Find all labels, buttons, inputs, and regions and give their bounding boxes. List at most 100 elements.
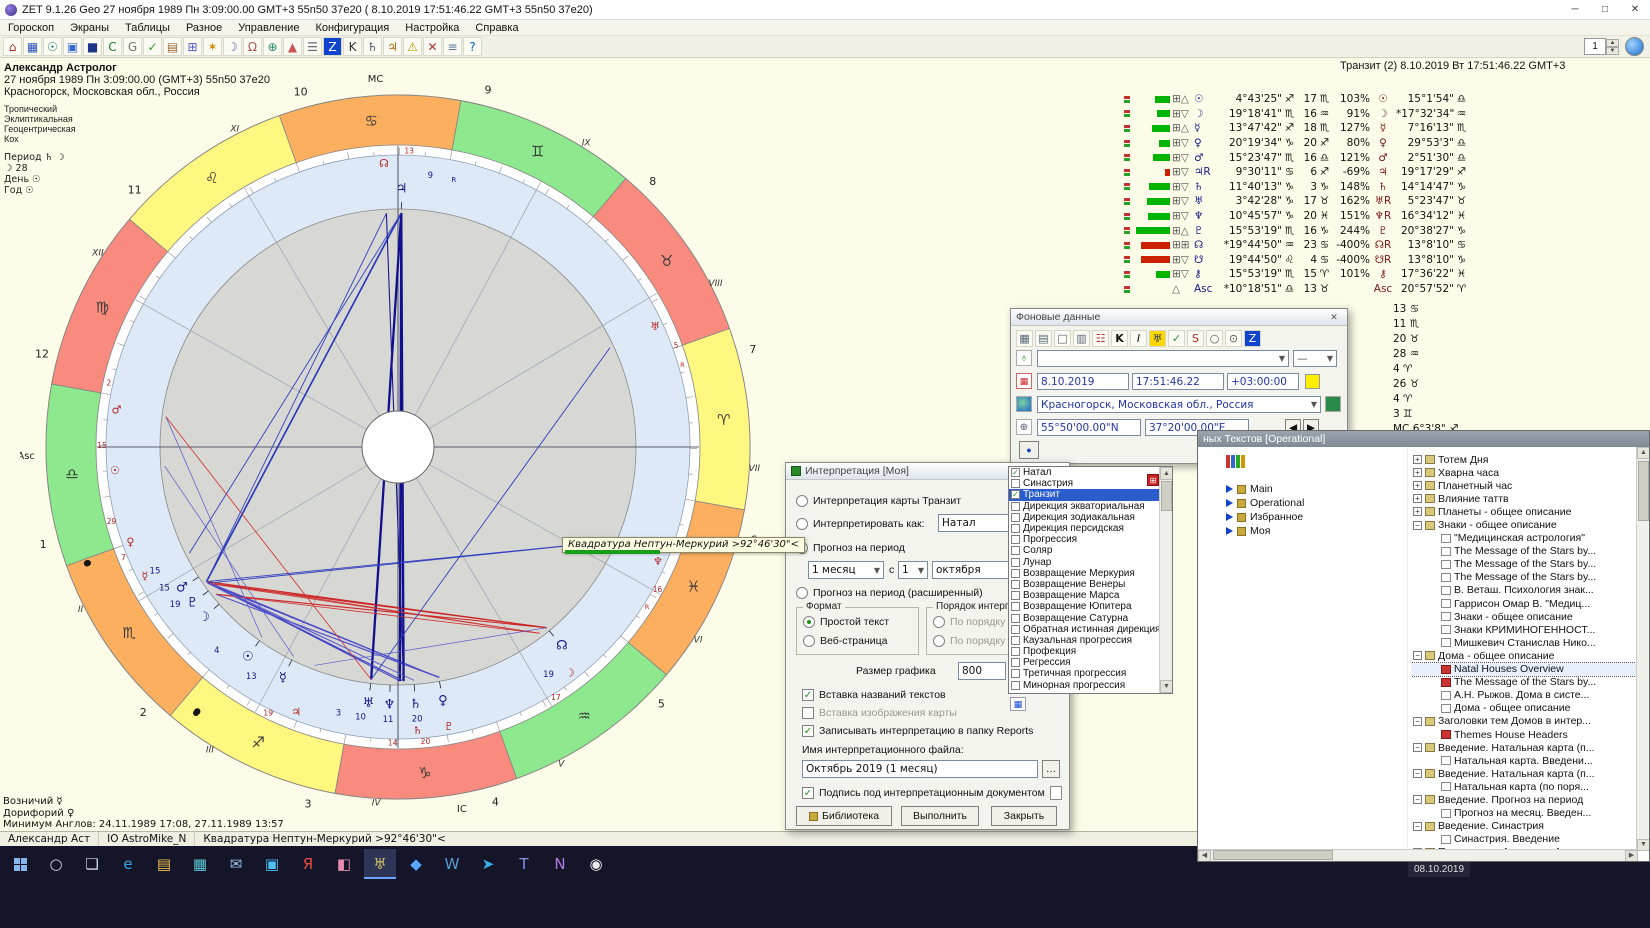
- file-name-input[interactable]: Октябрь 2019 (1 месяц): [802, 760, 1038, 778]
- tree-item[interactable]: +Планетный час: [1411, 479, 1638, 492]
- chart-type-item[interactable]: Возвращение Юпитера: [1009, 601, 1172, 612]
- menu-customize[interactable]: Настройка: [397, 22, 467, 34]
- tree-item[interactable]: Знаки - общее описание: [1411, 610, 1638, 623]
- toolbar-saturn-icon[interactable]: ♄: [363, 37, 382, 56]
- chart-type-checkbox[interactable]: ✓: [1011, 468, 1020, 477]
- toolbar-moon-icon[interactable]: ☽: [223, 37, 242, 56]
- toolbar-graphics-icon[interactable]: G: [123, 37, 142, 56]
- toolbar-node-icon[interactable]: Ω: [243, 37, 262, 56]
- expand-icon[interactable]: +: [1413, 468, 1422, 477]
- taskbar-task-view-icon[interactable]: ❏: [76, 849, 108, 879]
- chart-type-item[interactable]: ✓Транзит: [1009, 489, 1172, 500]
- transit-table-row[interactable]: ⊞▽♄11°40'13"♑3♑148%♄14°14'47"♑: [1124, 180, 1469, 195]
- toolbar-jupiter-icon[interactable]: ♃: [383, 37, 402, 56]
- radio-order-d[interactable]: [933, 616, 945, 628]
- date-field[interactable]: 8.10.2019: [1037, 373, 1129, 390]
- tree-item[interactable]: Дома - общее описание: [1411, 702, 1638, 715]
- period-length-combo[interactable]: 1 месяц▼: [808, 561, 884, 579]
- transit-table-row[interactable]: ⊞▽⚷15°53'19"♏15♈101%⚷17°36'22"♓: [1124, 267, 1469, 282]
- toolbar-stars-icon[interactable]: ✶: [203, 37, 222, 56]
- radio-interpret-transit[interactable]: [796, 495, 808, 507]
- toolbar-add-chart-icon[interactable]: ⊞: [183, 37, 202, 56]
- toolbar-settings-icon[interactable]: ≡: [443, 37, 462, 56]
- taskbar-date[interactable]: 08.10.2019: [1408, 862, 1470, 877]
- chart-type-checkbox[interactable]: ✓: [1011, 490, 1020, 499]
- checkbox-signature[interactable]: ✓: [802, 787, 814, 799]
- taskbar-paint-icon[interactable]: ◧: [328, 849, 360, 879]
- my-texts-icon[interactable]: ⊞: [1147, 474, 1159, 486]
- menu-configuration[interactable]: Конфигурация: [307, 22, 397, 34]
- menu-tables[interactable]: Таблицы: [117, 22, 178, 34]
- tree-item[interactable]: +Влияние таттв: [1411, 492, 1638, 505]
- chart-type-item[interactable]: Возвращение Венеры: [1009, 579, 1172, 590]
- expand-icon[interactable]: +: [1413, 455, 1422, 464]
- toolbar-zet-icon[interactable]: Z: [323, 37, 342, 56]
- chart-type-checkbox[interactable]: [1011, 535, 1020, 544]
- tree-item[interactable]: −Введение. Прогноз на период: [1411, 793, 1638, 806]
- radio-web-page[interactable]: [803, 635, 815, 647]
- record-button[interactable]: ●: [1019, 441, 1039, 459]
- chart-type-item[interactable]: Возвращение Марса: [1009, 590, 1172, 601]
- checkbox-insert-titles[interactable]: ✓: [802, 689, 814, 701]
- chart-type-checkbox[interactable]: [1011, 625, 1020, 634]
- transit-table-row[interactable]: ⊞△☉4°43'25"♐17♏103%☉15°1'54"♎: [1124, 92, 1469, 107]
- menu-misc[interactable]: Разное: [178, 22, 230, 34]
- collapse-icon[interactable]: −: [1413, 769, 1422, 778]
- chart-type-checkbox[interactable]: [1011, 524, 1020, 533]
- transit-table-row[interactable]: ⊞▽♂15°23'47"♏16♎121%♂2°51'30"♎: [1124, 150, 1469, 165]
- chart-type-item[interactable]: Дирекция персидская: [1009, 523, 1172, 534]
- collapse-icon[interactable]: −: [1413, 822, 1422, 831]
- tree-item[interactable]: −Введение. Синастрия: [1411, 820, 1638, 833]
- taskbar-onenote-icon[interactable]: N: [544, 849, 576, 879]
- taskbar-telegram-icon[interactable]: ➤: [472, 849, 504, 879]
- day-combo[interactable]: 1▼: [898, 561, 928, 579]
- chart-type-item[interactable]: Регрессия: [1009, 657, 1172, 668]
- tree-item[interactable]: В. Веташ. Психология знак...: [1411, 584, 1638, 597]
- toolbar-select-icon[interactable]: ✓: [143, 37, 162, 56]
- transit-table-row[interactable]: ⊞△♇15°53'19"♏16♑244%♇20°38'27"♑: [1124, 223, 1469, 238]
- bgdata-money-icon[interactable]: S: [1187, 330, 1204, 347]
- transit-table-row[interactable]: ⊞▽♀20°19'34"♑20♐80%♀29°53'3"♎: [1124, 136, 1469, 151]
- coordinates-icon[interactable]: ⊕: [1016, 419, 1032, 435]
- chart-type-item[interactable]: Дирекция зодиакальная: [1009, 512, 1172, 523]
- chart-type-checkbox[interactable]: [1011, 681, 1020, 690]
- toolbar-screens-icon[interactable]: ▣: [63, 37, 82, 56]
- latitude-field[interactable]: 55°50'00.00"N: [1037, 419, 1141, 436]
- tree-item[interactable]: "Медицинская астрология": [1411, 532, 1638, 545]
- chart-type-item[interactable]: Возвращение Сатурна: [1009, 612, 1172, 623]
- tree-item[interactable]: Натальная карта (по поря...: [1411, 780, 1638, 793]
- taskbar-photos-icon[interactable]: ▣: [256, 849, 288, 879]
- chart-type-item[interactable]: Возвращение Меркурия: [1009, 568, 1172, 579]
- transit-table-row[interactable]: △Asc*10°18'51"♎13♉Asc20°57'52"♈: [1124, 282, 1469, 297]
- menu-screens[interactable]: Экраны: [62, 22, 117, 34]
- bgdata-zet-blue-icon[interactable]: Z: [1244, 330, 1261, 347]
- zoom-spinner[interactable]: ▲▼: [1606, 39, 1619, 55]
- close-button[interactable]: ✕: [1620, 0, 1650, 19]
- chart-type-checkbox[interactable]: [1011, 658, 1020, 667]
- taskbar-chrome-icon[interactable]: ◉: [580, 849, 612, 879]
- radio-interpret-as[interactable]: [796, 518, 808, 530]
- chart-type-checkbox[interactable]: [1011, 591, 1020, 600]
- menu-horoscope[interactable]: Гороскоп: [0, 22, 62, 34]
- tree-item[interactable]: −Знаки - общее описание: [1411, 518, 1638, 531]
- texts-library-titlebar[interactable]: ных Текстов [Operational]: [1198, 431, 1649, 447]
- collapse-icon[interactable]: −: [1413, 521, 1422, 530]
- tree-vertical-scrollbar[interactable]: ▲ ▼: [1636, 447, 1649, 851]
- close-dialog-button[interactable]: Закрыть: [991, 806, 1057, 826]
- radio-plain-text[interactable]: [803, 616, 815, 628]
- bgdata-uranus-icon[interactable]: ♅: [1149, 330, 1166, 347]
- radio-forecast-extended[interactable]: [796, 587, 808, 599]
- color-swatch[interactable]: [1305, 374, 1320, 389]
- toolbar-tables-icon[interactable]: ▦: [23, 37, 42, 56]
- taskbar-store-icon[interactable]: ▦: [184, 849, 216, 879]
- tree-item[interactable]: −Введение. Натальная карта (п...: [1411, 741, 1638, 754]
- event-mini-combo[interactable]: —▼: [1293, 350, 1337, 367]
- bgdata-table-icon[interactable]: ☷: [1092, 330, 1109, 347]
- toolbar-calendar-icon[interactable]: ▤: [163, 37, 182, 56]
- atlas-icon[interactable]: [1325, 396, 1341, 412]
- chart-type-item[interactable]: Прогрессия: [1009, 534, 1172, 545]
- collapse-icon[interactable]: −: [1413, 651, 1422, 660]
- transit-table-row[interactable]: ⊞▽♅3°42'28"♑17♉162%♅R5°23'47"♉: [1124, 194, 1469, 209]
- bgdata-karma-icon[interactable]: K: [1111, 330, 1128, 347]
- transit-table-row[interactable]: ⊞▽☋19°44'50"♌4♋-400%☋R13°8'10"♑: [1124, 253, 1469, 268]
